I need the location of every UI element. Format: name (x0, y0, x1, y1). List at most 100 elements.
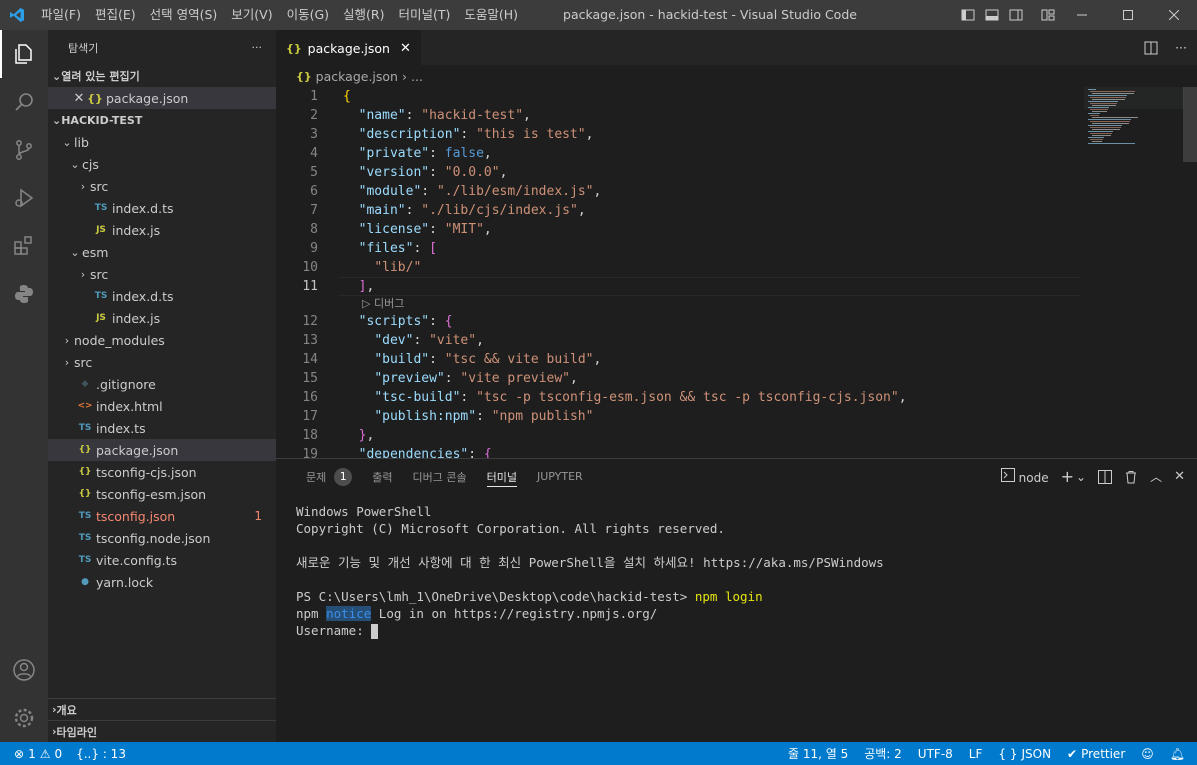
braces-status[interactable]: {..} : 13 (76, 747, 126, 761)
activity-bar (0, 30, 48, 742)
maximize-panel-icon[interactable]: ︿ (1150, 468, 1162, 485)
file-item[interactable]: TS index.d.ts (48, 285, 276, 307)
feedback-icon[interactable]: ☺ (1141, 747, 1154, 761)
folder-item[interactable]: › src (48, 263, 276, 285)
manage-gear-icon[interactable] (0, 694, 48, 742)
open-editor-item[interactable]: ✕ {} package.json (48, 87, 276, 109)
minimap-line (1088, 95, 1127, 96)
timeline-section[interactable]: › 타임라인 (48, 720, 276, 742)
file-item[interactable]: TS tsconfig.node.json (48, 527, 276, 549)
tab-debug-console[interactable]: 디버그 콘솔 (403, 459, 477, 494)
tab-jupyter[interactable]: JUPYTER (527, 459, 593, 494)
js-file-icon: JS (96, 225, 106, 235)
toggle-panel-icon[interactable] (984, 7, 1000, 23)
account-icon[interactable] (0, 646, 48, 694)
split-terminal-icon[interactable] (1098, 469, 1113, 484)
encoding[interactable]: UTF-8 (918, 747, 953, 761)
line-number: 6 (310, 184, 318, 199)
problems-status[interactable]: ⊗ 1 ⚠ 0 (14, 747, 62, 761)
file-item[interactable]: ● yarn.lock (48, 571, 276, 593)
code-line: 5 "version": "0.0.0", (276, 163, 1197, 182)
notice-text: Log in on https://registry.npmjs.org/ (371, 606, 658, 621)
file-item[interactable]: ◆ .gitignore (48, 373, 276, 395)
search-icon[interactable] (0, 78, 48, 126)
line-ending[interactable]: LF (969, 747, 983, 761)
file-item[interactable]: {} tsconfig-cjs.json (48, 461, 276, 483)
menu-item[interactable]: 파일(F) (34, 0, 88, 30)
problems-count-badge: 1 (334, 467, 353, 486)
prettier-status[interactable]: ✔ Prettier (1067, 747, 1125, 761)
menu-item[interactable]: 도움말(H) (457, 0, 525, 30)
code-text: "publish:npm": "npm publish" (374, 409, 594, 424)
language-mode[interactable]: { } JSON (998, 747, 1051, 761)
more-actions-icon[interactable]: ··· (252, 41, 263, 54)
terminal-output[interactable]: Windows PowerShell Copyright (C) Microso… (296, 503, 884, 639)
breadcrumb-more[interactable]: ... (411, 69, 423, 84)
menu-item[interactable]: 이동(G) (280, 0, 336, 30)
menu-item[interactable]: 선택 영역(S) (143, 0, 225, 30)
explorer-icon[interactable] (0, 30, 48, 78)
folder-item[interactable]: ⌄ esm (48, 241, 276, 263)
code-editor[interactable]: 1{2 "name": "hackid-test", 3 "description… (276, 87, 1197, 458)
folder-item[interactable]: › src (48, 175, 276, 197)
tab-output-label: 출력 (372, 470, 393, 484)
maximize-button[interactable] (1105, 0, 1151, 30)
menu-item[interactable]: 터미널(T) (392, 0, 458, 30)
new-terminal-icon[interactable]: + (1061, 467, 1074, 486)
file-item[interactable]: TS tsconfig.json 1 (48, 505, 276, 527)
extensions-icon[interactable] (0, 222, 48, 270)
file-item[interactable]: TS index.ts (48, 417, 276, 439)
file-item[interactable]: JS index.js (48, 307, 276, 329)
menu-item[interactable]: 편집(E) (88, 0, 143, 30)
customize-layout-icon[interactable] (1040, 7, 1056, 23)
toggle-secondary-sidebar-icon[interactable] (1008, 7, 1024, 23)
file-item[interactable]: TS vite.config.ts (48, 549, 276, 571)
status-left: ⊗ 1 ⚠ 0 {..} : 13 (0, 747, 126, 761)
minimap[interactable] (1084, 87, 1184, 167)
file-item[interactable]: {} package.json (48, 439, 276, 461)
close-icon[interactable]: ✕ (400, 41, 411, 56)
code-text: "tsc-build": "tsc -p tsconfig-esm.json &… (374, 390, 907, 405)
code-line: 4 "private": false, (276, 144, 1197, 163)
menu-item[interactable]: 실행(R) (336, 0, 391, 30)
open-editors-section[interactable]: ⌄ 열려 있는 편집기 (48, 65, 276, 87)
toggle-sidebar-icon[interactable] (960, 7, 976, 23)
tab-problems[interactable]: 문제 1 (296, 459, 362, 494)
git-file-icon: ◆ (81, 379, 89, 389)
split-editor-icon[interactable] (1143, 40, 1159, 56)
folder-item[interactable]: › node_modules (48, 329, 276, 351)
editor-actions: ··· (1143, 30, 1187, 65)
menu-item[interactable]: 보기(V) (224, 0, 279, 30)
close-icon[interactable]: ✕ (1174, 469, 1185, 484)
trash-icon[interactable] (1124, 470, 1138, 484)
json-file-icon: {} (87, 91, 103, 105)
folder-item[interactable]: ⌄ cjs (48, 153, 276, 175)
python-icon[interactable] (0, 270, 48, 318)
more-actions-icon[interactable]: ··· (1175, 40, 1187, 55)
indentation[interactable]: 공백: 2 (864, 745, 902, 762)
debug-codelens[interactable]: ▷ 디버그 (276, 296, 1197, 312)
folder-item[interactable]: ⌄ lib (48, 131, 276, 153)
run-debug-icon[interactable] (0, 174, 48, 222)
folder-item[interactable]: › src (48, 351, 276, 373)
file-item[interactable]: {} tsconfig-esm.json (48, 483, 276, 505)
cursor-position[interactable]: 줄 11, 열 5 (788, 745, 848, 762)
tab-output[interactable]: 출력 (362, 459, 402, 494)
tab-package-json[interactable]: {} package.json ✕ (276, 30, 421, 65)
workspace-section[interactable]: ⌄ HACKID-TEST (48, 109, 276, 131)
file-item[interactable]: JS index.js (48, 219, 276, 241)
terminal-select[interactable]: node (1000, 468, 1049, 485)
source-control-icon[interactable] (0, 126, 48, 174)
bell-icon[interactable]: 🔔︎ (1170, 747, 1185, 761)
editor-scrollbar[interactable] (1183, 87, 1197, 162)
chevron-down-icon[interactable]: ⌄ (1076, 470, 1086, 484)
code-line: 8 "license": "MIT", (276, 220, 1197, 239)
file-item[interactable]: TS index.d.ts (48, 197, 276, 219)
minimize-button[interactable] (1059, 0, 1105, 30)
tab-terminal[interactable]: 터미널 (477, 459, 527, 494)
breadcrumb-file[interactable]: package.json (316, 69, 398, 84)
file-item[interactable]: <> index.html (48, 395, 276, 417)
outline-section[interactable]: › 개요 (48, 698, 276, 720)
close-button[interactable] (1151, 0, 1197, 30)
close-icon[interactable]: ✕ (72, 91, 86, 106)
